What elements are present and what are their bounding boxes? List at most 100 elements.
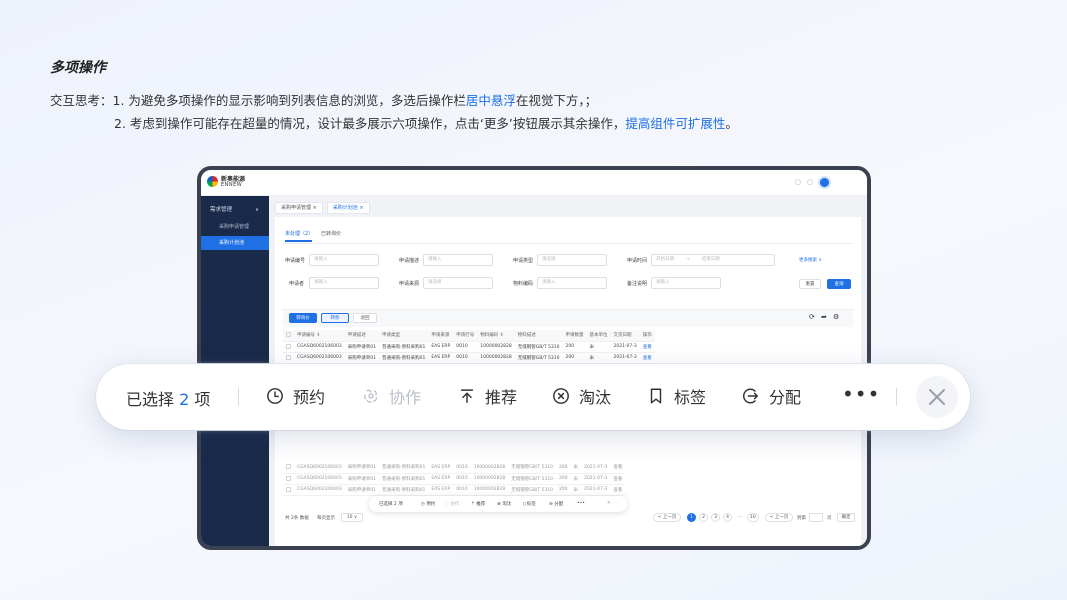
mini-more-button[interactable]: ••• — [577, 501, 585, 506]
apply-type-select[interactable]: 请选择 — [537, 254, 607, 266]
col-header: 申请行号 — [453, 330, 478, 341]
mini-action-label: 协作 — [450, 502, 460, 507]
close-icon — [929, 389, 945, 405]
table-row[interactable]: CGASQ6002106003 采购申请单01 普通采购-原料采购01 EAS ERP… — [283, 462, 626, 473]
refresh-icon[interactable]: ⟳ — [809, 313, 815, 321]
gear-icon[interactable]: ⚙ — [833, 313, 839, 321]
sidebar-group-header[interactable]: 需求管理 ∨ — [201, 202, 269, 218]
reset-button[interactable]: 重置 — [799, 279, 821, 289]
action-assign-button[interactable]: 分配 — [742, 384, 801, 408]
share-icon[interactable]: ➦ — [821, 313, 827, 321]
sidebar-group-label: 需求管理 — [210, 207, 233, 213]
to-inquiry-button[interactable]: 转询价 — [289, 313, 317, 323]
more-actions-button[interactable]: ••• — [842, 382, 880, 406]
data-table-bottom: CGASQ6002106003 采购申请单01 普通采购-原料采购01 EAS ERP… — [283, 462, 626, 496]
mini-action-recommend[interactable]: ⇡ 推荐 — [471, 501, 485, 507]
prev-page-button[interactable]: < 上一页 — [653, 513, 681, 522]
col-header: 物料描述 — [514, 330, 563, 341]
next-page-button[interactable]: < 上一页 — [765, 513, 793, 522]
row-checkbox[interactable] — [283, 462, 294, 473]
table-cell: 2021-07-3 — [584, 464, 608, 470]
table-row[interactable]: CGASQ6002106003 采购申请单01 普通采购-原料采购01 EAS ERP… — [283, 341, 655, 352]
goto-label: 到第 — [797, 516, 806, 521]
apply-source-select[interactable]: 请选择 — [423, 277, 493, 289]
table-cell: 采购申请单01 — [347, 476, 376, 482]
action-tag-button[interactable]: 标签 — [647, 384, 706, 408]
tab-purchase-apply[interactable]: 采购申请管理 × — [275, 202, 323, 214]
avatar[interactable] — [818, 176, 831, 189]
mini-action-assign[interactable]: ⊖ 分配 — [549, 501, 563, 507]
action-eliminate-button[interactable]: 淘汰 — [552, 384, 611, 408]
data-table-top: 申请编号 ⇕ 申请描述 申请类型 申请来源 申请行号 物料编码 ⇕ 物料描述 申… — [283, 330, 655, 364]
more-search-link[interactable]: 更多搜索 ∨ — [799, 257, 822, 263]
table-cell: CGASQ6002106003 — [297, 344, 342, 349]
action-collaborate-button: 协作 — [362, 384, 421, 408]
row-checkbox[interactable] — [283, 484, 294, 495]
sidebar-item-purchase-plan[interactable]: 采购计划池 — [201, 236, 269, 250]
table-cell: 10000002828 — [473, 464, 506, 470]
page-1[interactable]: 1 — [687, 513, 696, 522]
row-checkbox[interactable] — [283, 352, 294, 363]
col-header[interactable]: 物料编码 ⇕ — [477, 330, 515, 341]
table-row[interactable]: CGASQ6002106003 采购申请单01 普通采购-原料采购01 EAS ERP… — [283, 352, 655, 363]
view-link[interactable]: 查看 — [610, 473, 625, 484]
date-range-picker[interactable]: 开始日期 → 结束日期 — [651, 254, 775, 266]
mini-close-icon[interactable]: ✕ — [607, 501, 611, 506]
col-header[interactable]: 申请编号 ⇕ — [294, 330, 345, 341]
mini-action-eliminate[interactable]: ⊗ 淘汰 — [497, 501, 511, 507]
subtab-inquired[interactable]: 已转询价 — [321, 230, 341, 237]
query-button[interactable]: 查询 — [827, 279, 851, 289]
close-button[interactable] — [916, 376, 958, 418]
goto-input[interactable] — [809, 513, 823, 522]
table-row[interactable]: CGASQ6002106003 采购申请单01 普通采购-原料采购01 EAS ERP… — [283, 473, 626, 484]
view-link[interactable]: 查看 — [640, 352, 655, 363]
applicant-input[interactable]: 请输入 — [309, 277, 379, 289]
view-link[interactable]: 查看 — [610, 462, 625, 473]
filter-label: 申请描述 — [399, 258, 420, 264]
apply-no-input[interactable]: 请输入 — [309, 254, 379, 266]
transfer-button[interactable]: 转移 — [321, 313, 349, 323]
material-code-input[interactable]: 请输入 — [537, 277, 607, 289]
subtab-unprocessed[interactable]: 未处理（2） — [285, 230, 313, 237]
tab-purchase-plan[interactable]: 采购计划池 × — [326, 202, 370, 214]
table-row[interactable]: CGASQ6002106003 采购申请单01 普通采购-原料采购01 EAS ERP… — [283, 484, 626, 495]
table-cell: 米 — [589, 355, 594, 361]
page-2[interactable]: 2 — [699, 513, 708, 522]
mini-action-tag[interactable]: ▯ 标签 — [523, 501, 536, 507]
page-3[interactable]: 3 — [711, 513, 720, 522]
action-label: 分配 — [769, 388, 802, 407]
table-cell: EAS ERP — [431, 344, 451, 349]
table-cell: 普通采购-原料采购01 — [381, 476, 426, 482]
row-checkbox[interactable] — [283, 473, 294, 484]
note-2-highlight: 提高组件可扩展性 — [625, 116, 726, 131]
search-icon[interactable]: ○ — [795, 178, 801, 186]
remark-input[interactable]: 请输入 — [651, 277, 721, 289]
bell-icon[interactable]: ○ — [807, 178, 813, 186]
apply-desc-input[interactable]: 请输入 — [423, 254, 493, 266]
total-count: 共 2条 数据 — [285, 516, 309, 521]
date-separator: → — [686, 257, 690, 262]
page-ellipsis: … — [737, 514, 742, 519]
action-recommend-button[interactable]: 推荐 — [458, 384, 517, 408]
page-10[interactable]: 10 — [747, 513, 759, 522]
table-cell: 采购申请单01 — [347, 465, 376, 471]
row-checkbox[interactable] — [283, 341, 294, 352]
bookmark-icon — [650, 388, 662, 404]
goto-confirm-button[interactable]: 确定 — [837, 513, 855, 522]
table-cell: 2021-07-3 — [584, 476, 608, 481]
per-page-select[interactable]: 10 ∨ — [341, 513, 363, 522]
page-4[interactable]: 4 — [723, 513, 732, 522]
view-link[interactable]: 查看 — [640, 341, 655, 352]
view-link[interactable]: 查看 — [610, 484, 625, 495]
return-button[interactable]: 退回 — [353, 313, 377, 323]
mini-action-reserve[interactable]: ◷ 预约 — [421, 501, 435, 507]
note-1-highlight: 居中悬浮 — [465, 93, 516, 108]
table-cell: 米 — [573, 465, 579, 471]
table-cell: 2021-07-3 — [584, 487, 608, 492]
clock-icon — [267, 388, 283, 404]
action-reserve-button[interactable]: 预约 — [266, 384, 325, 408]
sidebar-item-purchase-apply[interactable]: 采购申请管理 — [201, 220, 269, 234]
col-header: 申请数量 — [562, 330, 587, 341]
header-checkbox[interactable] — [283, 330, 294, 341]
mini-action-label: 淘汰 — [502, 502, 512, 507]
